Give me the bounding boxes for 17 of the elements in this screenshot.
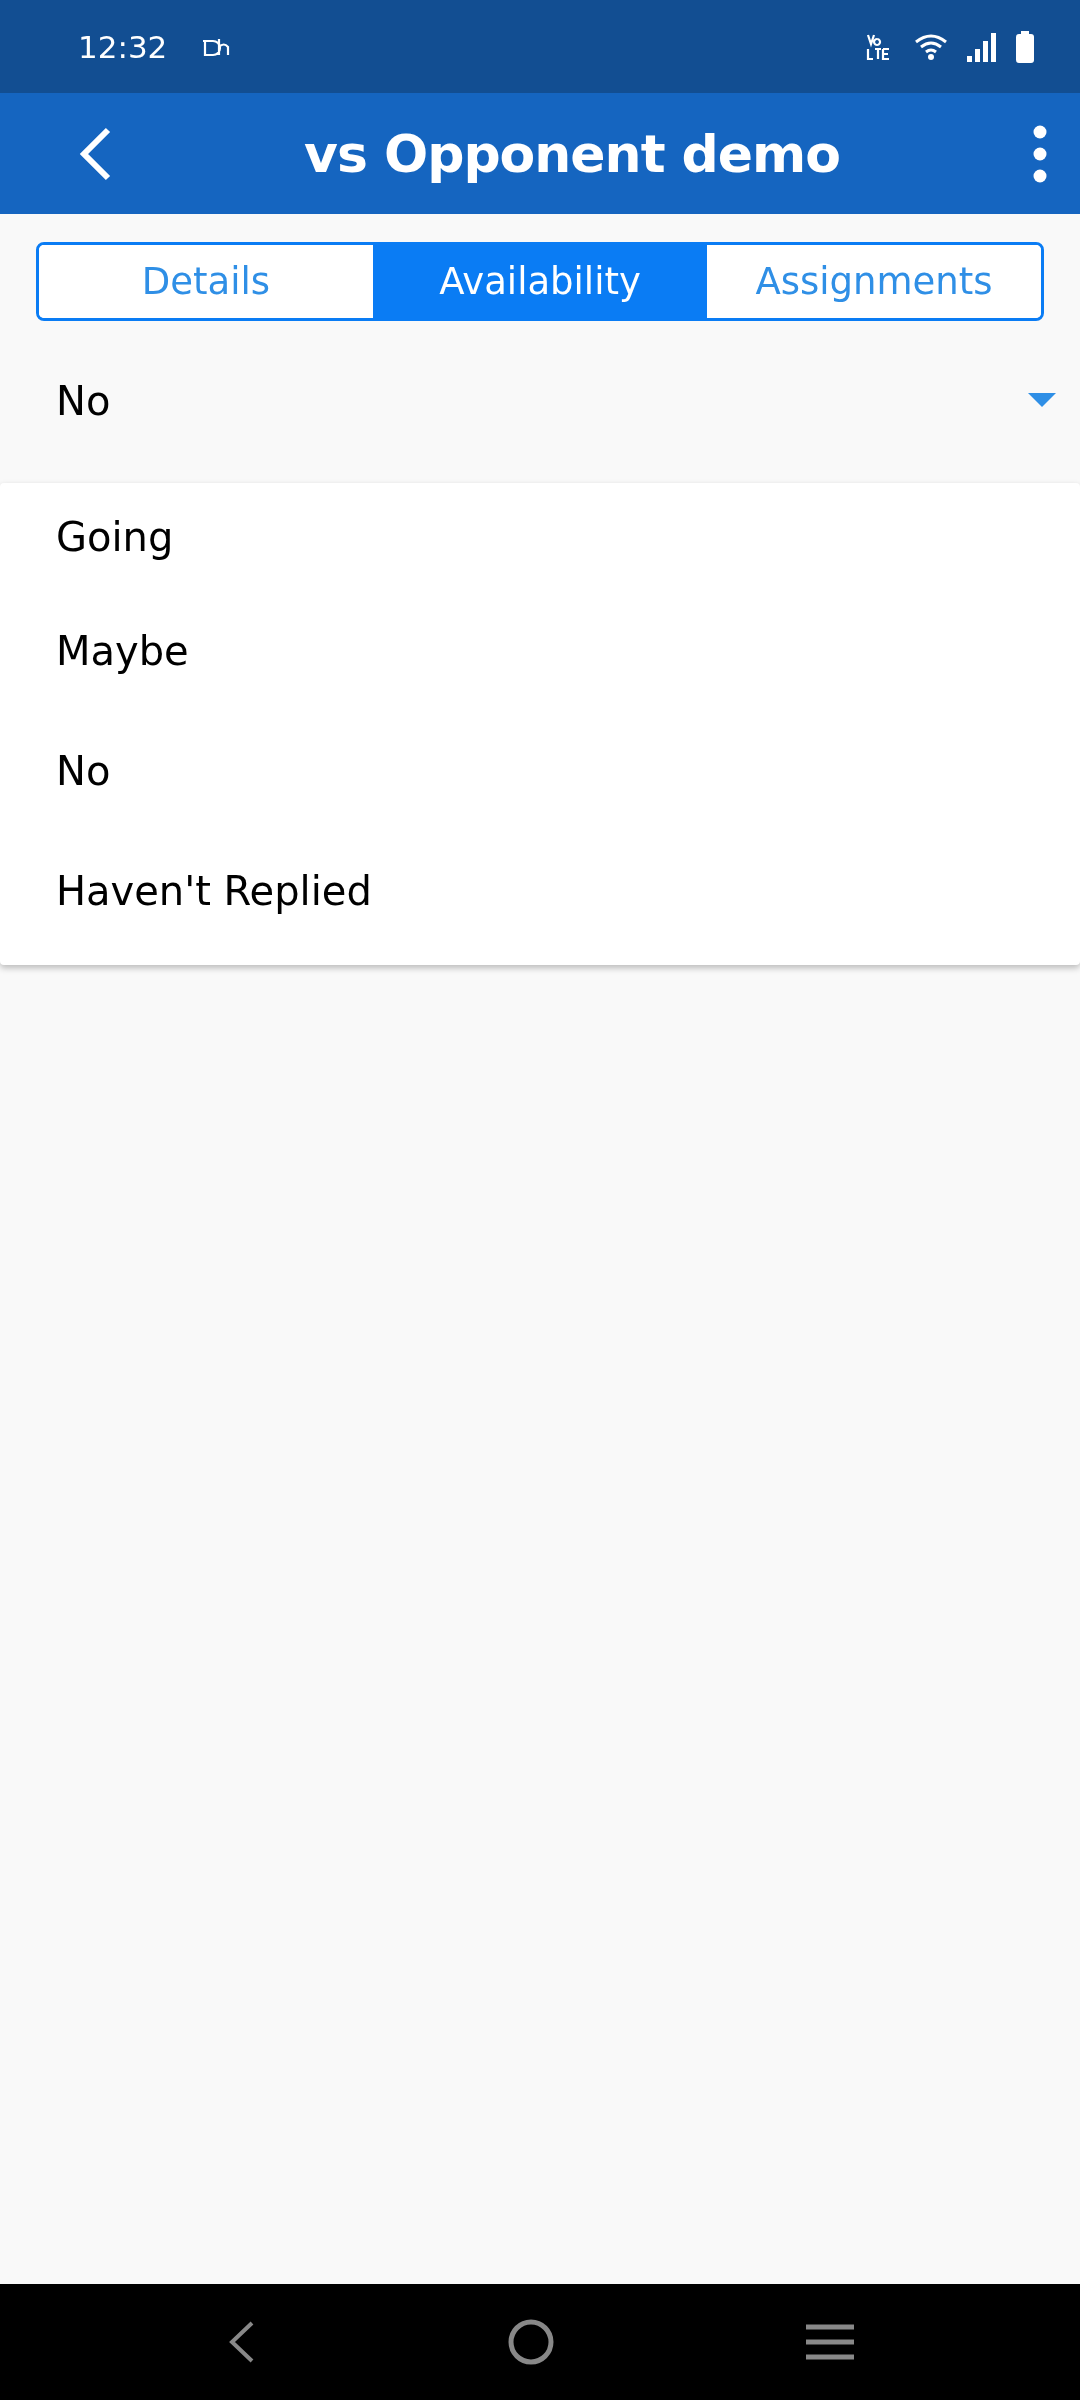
menu-item[interactable]: Going — [0, 483, 1080, 591]
back-icon — [78, 125, 112, 182]
menu-icon[interactable] — [806, 2323, 855, 2361]
menu-item[interactable]: Haven't Replied — [0, 831, 1080, 951]
screen-title: vs Opponent demo — [303, 123, 841, 184]
wifi-icon — [914, 32, 948, 61]
more-icon — [1032, 124, 1048, 183]
menu-item[interactable]: No — [0, 711, 1080, 831]
caret-icon — [1028, 393, 1056, 409]
battery-icon — [1016, 30, 1034, 63]
menu-item[interactable]: Maybe — [0, 591, 1080, 711]
signal-icon — [966, 31, 998, 62]
home-icon[interactable] — [507, 2318, 555, 2366]
notification-icon — [201, 36, 232, 57]
tab[interactable]: Availability — [373, 245, 707, 318]
clock: 12:32 — [78, 28, 168, 65]
availability-dropdown[interactable]: No — [0, 321, 1080, 481]
